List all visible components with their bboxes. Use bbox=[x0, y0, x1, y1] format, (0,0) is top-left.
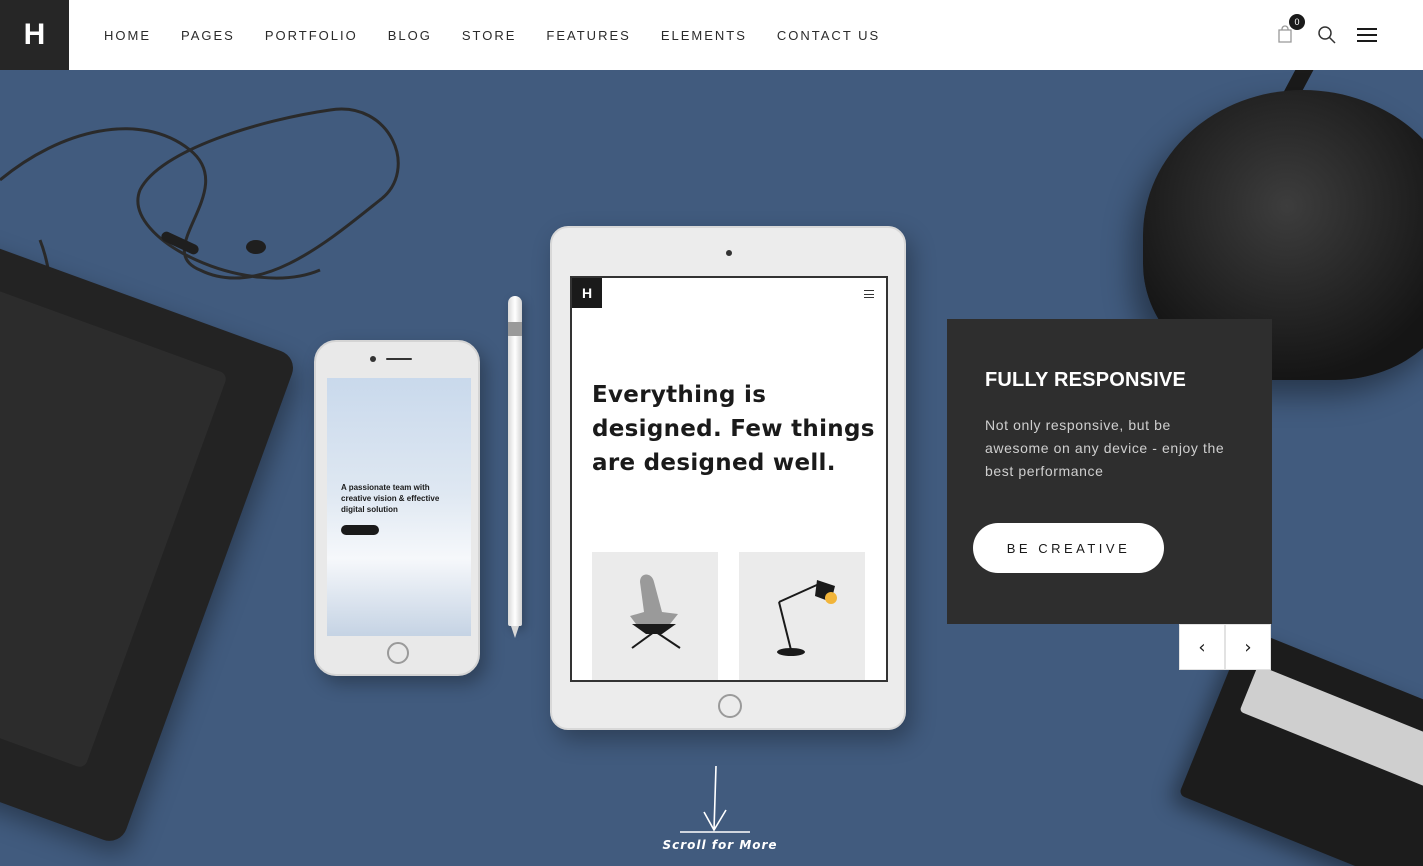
chair-icon bbox=[630, 574, 681, 649]
site-logo[interactable]: H bbox=[0, 0, 69, 70]
slider-next-button[interactable]: › bbox=[1225, 624, 1271, 670]
site-header: H HOME PAGES PORTFOLIO BLOG STORE FEATUR… bbox=[0, 0, 1423, 70]
nav-item-features[interactable]: FEATURES bbox=[546, 28, 630, 43]
slider-navigation: ‹ › bbox=[1179, 624, 1271, 670]
cart-button[interactable]: 0 bbox=[1275, 14, 1305, 46]
hamburger-menu-icon[interactable] bbox=[1357, 25, 1381, 45]
slide-description: Not only responsive, but be awesome on a… bbox=[985, 417, 1225, 479]
phone-camera bbox=[370, 356, 376, 362]
phone-screen-text: A passionate team with creative vision &… bbox=[341, 483, 440, 515]
phone-mockup: A passionate team with creative vision &… bbox=[314, 340, 480, 676]
header-actions: 0 bbox=[1275, 0, 1423, 70]
search-icon bbox=[1318, 26, 1336, 44]
tablet-screen-card-chair bbox=[592, 552, 718, 680]
tablet-home-button bbox=[718, 694, 742, 718]
nav-item-blog[interactable]: BLOG bbox=[388, 28, 432, 43]
stylus-pencil-illustration bbox=[508, 296, 522, 638]
nav-item-elements[interactable]: ELEMENTS bbox=[661, 28, 747, 43]
slide-caption-box: FULLY RESPONSIVE Not only responsive, bu… bbox=[947, 319, 1272, 624]
nav-item-contact-us[interactable]: CONTACT US bbox=[777, 28, 880, 43]
be-creative-button[interactable]: BE CREATIVE bbox=[973, 523, 1164, 573]
scroll-for-more-label: Scroll for More bbox=[662, 838, 778, 852]
tablet-screen-menu-icon bbox=[864, 290, 874, 298]
nav-item-home[interactable]: HOME bbox=[104, 28, 151, 43]
tablet-screen-card-lamp bbox=[739, 552, 865, 680]
tablet-mockup: H Everything is designed. Few things are… bbox=[550, 226, 906, 730]
tablet-camera bbox=[726, 250, 732, 256]
scroll-for-more-cue[interactable]: Scroll for More bbox=[650, 762, 790, 862]
tablet-screen-logo: H bbox=[572, 278, 602, 308]
search-button[interactable] bbox=[1317, 25, 1337, 45]
phone-screen-button bbox=[341, 525, 379, 535]
arrow-down-icon bbox=[680, 765, 750, 833]
nav-item-store[interactable]: STORE bbox=[462, 28, 517, 43]
phone-speaker bbox=[386, 358, 412, 360]
cart-count-badge: 0 bbox=[1289, 14, 1305, 30]
slide-title: FULLY RESPONSIVE bbox=[985, 369, 1187, 391]
tablet-screen-heading: Everything is designed. Few things are d… bbox=[592, 382, 875, 476]
phone-home-button bbox=[387, 642, 409, 664]
tablet-screen: H Everything is designed. Few things are… bbox=[570, 276, 888, 682]
desk-lamp-icon bbox=[777, 580, 837, 656]
nav-item-pages[interactable]: PAGES bbox=[181, 28, 235, 43]
phone-screen: A passionate team with creative vision &… bbox=[327, 378, 471, 636]
slider-prev-button[interactable]: ‹ bbox=[1179, 624, 1225, 670]
main-nav: HOME PAGES PORTFOLIO BLOG STORE FEATURES… bbox=[104, 28, 910, 43]
nav-item-portfolio[interactable]: PORTFOLIO bbox=[265, 28, 358, 43]
hero-slider: A passionate team with creative vision &… bbox=[0, 70, 1423, 866]
